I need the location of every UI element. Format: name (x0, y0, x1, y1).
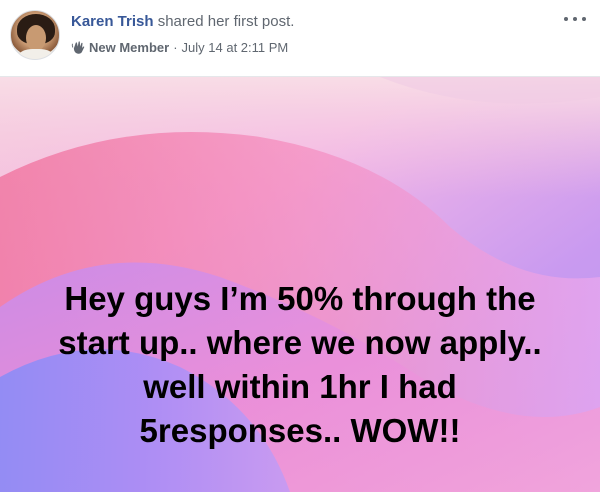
post-background: Hey guys I’m 50% through the start up.. … (0, 77, 600, 492)
waving-hand-icon (71, 40, 86, 55)
author-avatar[interactable] (10, 10, 60, 60)
author-name-link[interactable]: Karen Trish (71, 13, 154, 30)
more-options-icon[interactable] (564, 12, 586, 26)
post-timestamp[interactable]: July 14 at 2:11 PM (182, 40, 289, 55)
post-body-text: Hey guys I’m 50% through the start up.. … (58, 280, 542, 449)
post-header: Karen Trish shared her first post. New M… (0, 0, 600, 76)
meta-separator: · (173, 40, 178, 55)
post-meta: New Member · July 14 at 2:11 PM (71, 40, 288, 55)
member-badge[interactable]: New Member (89, 40, 169, 55)
post-title-line: Karen Trish shared her first post. (71, 13, 294, 30)
post-card: Karen Trish shared her first post. New M… (0, 0, 600, 492)
post-action-text: shared her first post. (153, 13, 295, 30)
